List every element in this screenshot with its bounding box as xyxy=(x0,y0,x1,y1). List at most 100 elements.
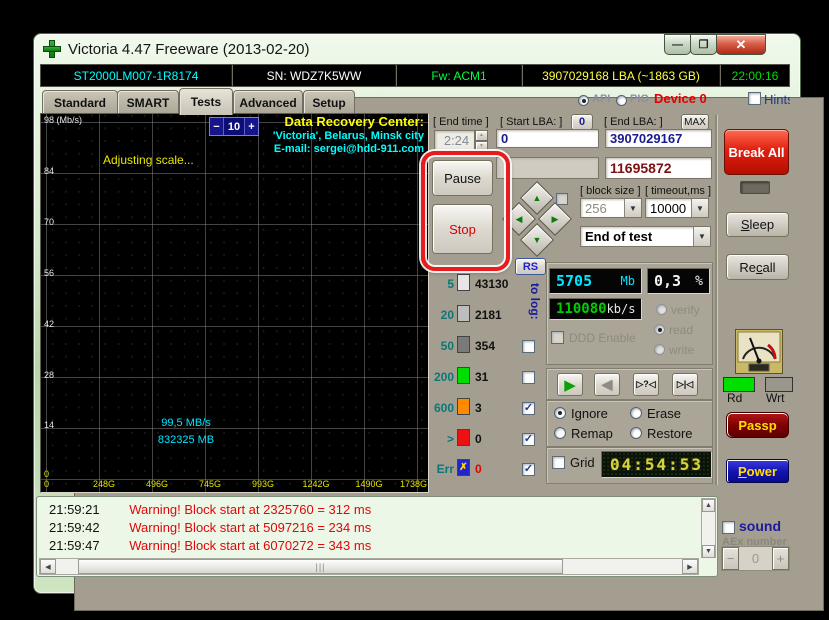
counter-swatch xyxy=(457,305,470,322)
ddd-enable-label: DDD Enable xyxy=(569,331,636,345)
x-tick: 248G xyxy=(84,479,124,489)
block-size-select[interactable]: 256 ▼ xyxy=(580,198,642,218)
max-lba-button[interactable]: MAX xyxy=(681,114,709,130)
ignore-radio[interactable] xyxy=(554,407,566,419)
start-lba-zero-button[interactable]: 0 xyxy=(571,114,593,130)
tab-advanced[interactable]: Advanced xyxy=(233,90,303,114)
spin-up-icon[interactable]: ▲ xyxy=(475,130,488,141)
ddd-enable-checkbox[interactable] xyxy=(551,331,564,344)
rs-button[interactable]: RS xyxy=(515,258,546,275)
tab-setup[interactable]: Setup xyxy=(303,90,355,114)
log-checkbox[interactable] xyxy=(522,340,535,353)
pio-radio[interactable] xyxy=(616,95,627,106)
log-vscrollbar[interactable]: ▲ ▼ xyxy=(701,498,716,558)
window-title: Victoria 4.47 Freeware (2013-02-20) xyxy=(68,41,310,58)
drive-model: ST2000LM007-1R8174 xyxy=(41,65,233,86)
power-button[interactable]: Power xyxy=(726,459,789,483)
counter-swatch xyxy=(457,336,470,353)
block-size-label: [ block size ] xyxy=(580,185,641,197)
counter-label: Err xyxy=(428,462,454,476)
maximize-icon: ❐ xyxy=(699,38,709,51)
sound-checkbox[interactable] xyxy=(722,521,735,534)
readout-speed: 99,5 MB/s xyxy=(121,417,251,429)
log-checkbox[interactable]: ✓ xyxy=(522,433,535,446)
spinner-plus-button[interactable]: + xyxy=(772,547,789,570)
chevron-down-icon[interactable]: ▼ xyxy=(624,199,641,217)
drive-info-bar: ST2000LM007-1R8174 SN: WDZ7K5WW Fw: ACM1… xyxy=(40,64,790,87)
back-icon: ◀ xyxy=(602,376,613,393)
log-checkbox[interactable]: ✓ xyxy=(522,463,535,476)
close-icon: ✕ xyxy=(736,37,747,53)
tab-tests[interactable]: Tests xyxy=(179,88,233,115)
sleep-button[interactable]: Sleep xyxy=(726,212,789,237)
back-button[interactable]: ◀ xyxy=(594,373,620,396)
write-radio[interactable] xyxy=(654,344,665,355)
pio-label: PIO xyxy=(630,93,649,105)
zoom-in-button[interactable]: + xyxy=(245,118,258,135)
scroll-left-icon[interactable]: ◀ xyxy=(40,559,56,574)
scroll-down-icon[interactable]: ▼ xyxy=(702,545,715,558)
counter-swatch xyxy=(457,429,470,446)
y-tick: 28 xyxy=(44,370,54,380)
log-hscrollbar[interactable]: ◀ ||| ▶ xyxy=(39,558,699,575)
erase-radio[interactable] xyxy=(630,407,642,419)
seek-end-button[interactable]: ▷|◁ xyxy=(672,373,698,396)
device-indicator: Device 0 xyxy=(654,91,707,106)
close-button[interactable]: ✕ xyxy=(716,34,766,55)
seek-question-button[interactable]: ▷?◁ xyxy=(633,373,659,396)
y-tick: 0 xyxy=(44,469,49,479)
minimize-button[interactable]: — xyxy=(664,34,691,55)
restore-radio[interactable] xyxy=(630,427,642,439)
percent-value: 0,3 xyxy=(654,272,681,290)
minimize-icon: — xyxy=(672,39,683,51)
x-tick: 1242G xyxy=(296,479,336,489)
scroll-up-icon[interactable]: ▲ xyxy=(702,499,715,512)
log-checkbox[interactable] xyxy=(522,371,535,384)
current-lba-field: 11695872 xyxy=(605,157,712,179)
after-action-select[interactable]: End of test ▼ xyxy=(580,226,711,247)
x-tick: 1738G xyxy=(391,479,427,489)
end-lba-input[interactable]: 3907029167 xyxy=(605,129,712,148)
spin-down-icon[interactable]: ▼ xyxy=(475,141,488,152)
tab-label: Setup xyxy=(312,96,345,110)
counter-count: 43130 xyxy=(475,277,508,291)
sound-number-spinner: − 0 + xyxy=(721,546,790,571)
tab-smart[interactable]: SMART xyxy=(117,90,179,114)
zoom-out-button[interactable]: − xyxy=(210,118,224,135)
spinner-minus-button[interactable]: − xyxy=(722,547,739,570)
timeout-select[interactable]: 10000 ▼ xyxy=(645,198,709,218)
verify-radio[interactable] xyxy=(656,304,667,315)
start-lba-progress-field xyxy=(496,157,599,179)
read-radio[interactable] xyxy=(654,324,665,335)
block-size-checkbox[interactable] xyxy=(556,193,568,205)
remap-label: Remap xyxy=(571,426,613,441)
chevron-down-icon[interactable]: ▼ xyxy=(693,227,710,246)
chevron-down-icon[interactable]: ▼ xyxy=(691,199,708,217)
start-lba-input[interactable]: 0 xyxy=(496,129,599,148)
counter-label: 50 xyxy=(428,339,454,353)
counter-label: > xyxy=(428,432,454,446)
counter-count: 31 xyxy=(475,370,488,384)
grid-checkbox[interactable] xyxy=(552,456,565,469)
wrt-label: Wrt xyxy=(766,391,784,405)
y-axis-unit: (Mb/s) xyxy=(57,115,83,125)
log-entry: 21:59:42 Warning! Block start at 5097216… xyxy=(49,520,371,535)
speed-graph-canvas: 98 (Mb/s) 84 70 56 42 28 14 0 0 248G 496… xyxy=(40,113,429,493)
log-time: 21:59:42 xyxy=(49,520,100,535)
counter-count: 354 xyxy=(475,339,495,353)
seek-question-icon: ▷?◁ xyxy=(636,379,655,390)
tab-label: SMART xyxy=(127,96,170,110)
log-checkbox[interactable]: ✓ xyxy=(522,402,535,415)
remap-radio[interactable] xyxy=(554,427,566,439)
hscroll-thumb[interactable]: ||| xyxy=(78,559,563,574)
tab-standard[interactable]: Standard xyxy=(42,90,118,114)
break-all-button[interactable]: Break All xyxy=(724,129,789,175)
api-radio[interactable] xyxy=(578,95,589,106)
hints-checkbox[interactable] xyxy=(748,92,761,105)
play-button[interactable]: ▶ xyxy=(557,373,583,396)
scroll-right-icon[interactable]: ▶ xyxy=(682,559,698,574)
passp-button[interactable]: Passp xyxy=(726,412,789,438)
drive-serial: SN: WDZ7K5WW xyxy=(233,65,397,86)
recall-button[interactable]: Recall xyxy=(726,254,789,280)
maximize-button[interactable]: ❐ xyxy=(690,34,717,55)
